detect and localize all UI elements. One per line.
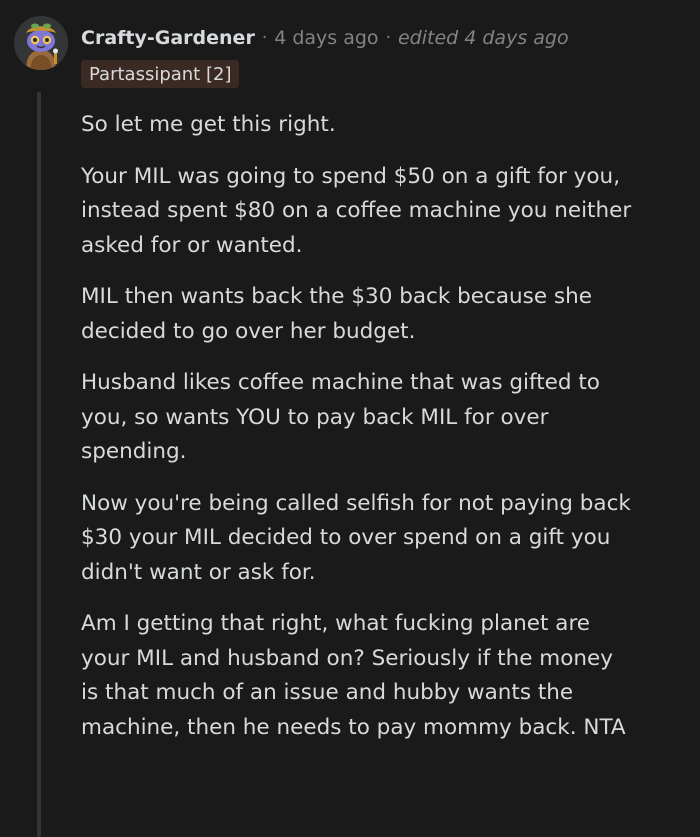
meta-separator: · [261, 28, 268, 48]
username-link[interactable]: Crafty-Gardener [81, 27, 255, 49]
comment-paragraph: So let me get this right. [81, 112, 336, 137]
comment-paragraph: Your MIL was going to spend $50 on a gif… [81, 163, 632, 258]
comment-paragraph: MIL then wants back the $30 back because… [81, 284, 592, 344]
comment-body: So let me get this right. Your MIL was g… [81, 108, 681, 762]
comment-paragraph: Now you're being called selfish for not … [81, 490, 631, 585]
comment-paragraph: Am I getting that right, what fucking pl… [81, 611, 626, 740]
user-flair-badge: Partassipant [2] [81, 60, 240, 88]
comment-meta: Crafty-Gardener · 4 days ago · edited 4 … [81, 24, 569, 52]
comment: Crafty-Gardener · 4 days ago · edited 4 … [0, 0, 700, 837]
timestamp-link[interactable]: 4 days ago [274, 27, 378, 49]
meta-separator: · [385, 28, 391, 48]
user-avatar-icon[interactable] [14, 16, 68, 70]
thread-collapse-line[interactable] [37, 92, 41, 837]
snoo-avatar-icon [14, 16, 68, 70]
edited-label: edited 4 days ago [397, 27, 569, 49]
comment-paragraph: Husband likes coffee machine that was gi… [81, 370, 600, 464]
